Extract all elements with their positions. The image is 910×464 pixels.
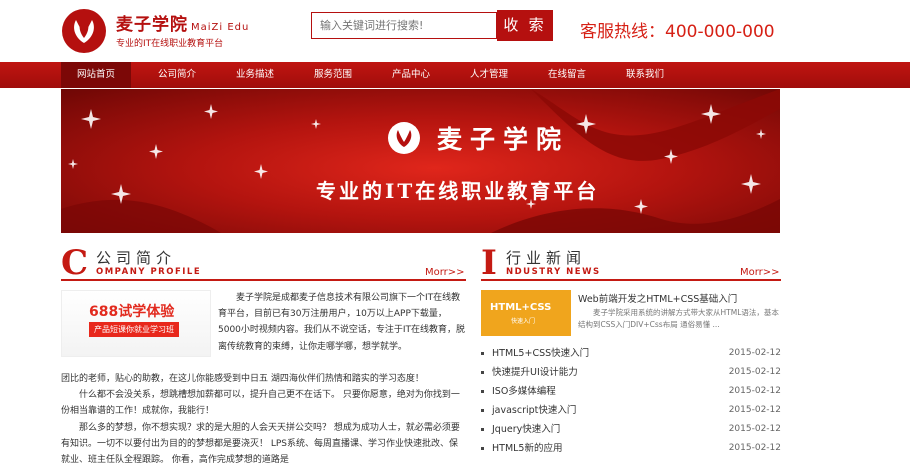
news-more-link[interactable]: Morr>> [740,267,780,278]
banner-subtitle: 专业的IT在线职业教育平台 [316,179,600,203]
news-list-item[interactable]: Jquery快速入门 2015-02-12 [481,420,781,439]
news-section-subtitle: NDUSTRY NEWS [506,267,601,277]
news-featured-image[interactable]: HTML+CSS 快速入门 [481,290,571,336]
about-promo-tag: 产品短课你就业学习班 [89,322,179,337]
banner-decoration [61,89,780,233]
news-item-title[interactable]: ISO多媒体编程 [492,382,556,401]
brand-name-en: MaiZi Edu [191,22,250,33]
nav-item-services[interactable]: 服务范围 [298,62,368,88]
news-item-date: 2015-02-12 [728,348,781,358]
news-item-title[interactable]: 快速提升UI设计能力 [492,363,578,382]
bullet-icon [481,390,484,393]
news-item-date: 2015-02-12 [728,443,781,453]
news-featured-desc: 麦子学院采用系统的讲解方式带大家从HTML语法，基本结构到CSS入门DIV+Cs… [578,308,779,329]
news-list-item[interactable]: HTML5+CSS快速入门 2015-02-12 [481,344,781,363]
about-promo-image[interactable]: 688试学体验 产品短课你就业学习班 [61,290,211,357]
about-section-subtitle: OMPANY PROFILE [96,267,202,277]
news-item-date: 2015-02-12 [728,386,781,396]
bullet-icon [481,409,484,412]
nav-item-home[interactable]: 网站首页 [61,62,131,88]
nav-item-products[interactable]: 产品中心 [376,62,446,88]
about-body-text: 团比的老师，贴心的助教，在这儿你能感受到中日五 湖四海伙伴们热情和踏实的学习态度… [61,371,466,464]
brand-slogan: 专业的IT在线职业教育平台 [116,39,224,49]
brand-name: 麦子学院 MaiZi Edu [116,15,250,35]
news-list-item[interactable]: ISO多媒体编程 2015-02-12 [481,382,781,401]
about-promo-title: 688试学体验 [89,304,175,320]
news-list-item[interactable]: 快速提升UI设计能力 2015-02-12 [481,363,781,382]
search-button[interactable]: 收 索 [497,10,553,41]
banner-title: 麦子学院 [437,125,570,154]
about-paragraph-3: 那么多的梦想，你不想实现？求的是大胆的人会天天拼公交吗？ 想成为成功人士，就必需… [61,422,460,464]
about-more-link[interactable]: Morr>> [425,267,465,278]
site-header: 麦子学院MaiZi Edu 专业的IT在线职业教育平台 收 索 客服热线：400… [0,0,910,60]
news-section-letter: I [481,243,497,283]
news-list-item[interactable]: javascript快速入门 2015-02-12 [481,401,781,420]
bullet-icon [481,371,484,374]
news-section-divider [481,279,781,281]
about-intro-text: 麦子学院是成都麦子信息技术有限公司旗下一个IT在线教育平台，目前已有30万注册用… [218,293,466,352]
nav-item-contact[interactable]: 联系我们 [610,62,680,88]
news-item-date: 2015-02-12 [728,424,781,434]
nav-item-about[interactable]: 公司简介 [142,62,212,88]
about-paragraph-2: 什么都不会没关系，想跳槽想加薪都可以，提升自己更不在话下。 只要你愿意，绝对为你… [61,390,460,417]
news-featured-image-label: HTML+CSS [490,302,552,313]
nav-item-message[interactable]: 在线留言 [532,62,602,88]
news-featured-title[interactable]: Web前端开发之HTML+CSS基础入门 [578,291,737,305]
nav-item-business[interactable]: 业务描述 [220,62,290,88]
main-nav: 网站首页 公司简介 业务描述 服务范围 产品中心 人才管理 在线留言 联系我们 [0,62,910,88]
banner-logo-icon [388,122,420,154]
news-item-title[interactable]: HTML5+CSS快速入门 [492,344,589,363]
about-section-letter: C [61,243,89,283]
bullet-icon [481,447,484,450]
search-input[interactable] [311,12,497,39]
about-section-divider [61,279,466,281]
bullet-icon [481,352,484,355]
nav-item-talent[interactable]: 人才管理 [454,62,524,88]
news-item-title[interactable]: HTML5新的应用 [492,439,562,458]
news-featured-image-sub: 快速入门 [511,318,536,325]
news-item-date: 2015-02-12 [728,405,781,415]
news-item-title[interactable]: Jquery快速入门 [492,420,560,439]
bullet-icon [481,428,484,431]
news-item-title[interactable]: javascript快速入门 [492,401,576,420]
news-list: HTML5+CSS快速入门 2015-02-12 快速提升UI设计能力 2015-0… [481,344,781,458]
about-section-title: 公司简介 [96,249,177,267]
hero-banner[interactable]: 麦子学院 专业的IT在线职业教育平台 [61,89,780,233]
about-intro-tail: 团比的老师，贴心的助教，在这儿你能感受到中日五 湖四海伙伴们热情和踏实的学习态度… [61,374,424,384]
logo-icon[interactable] [62,9,106,53]
news-list-item[interactable]: HTML5新的应用 2015-02-12 [481,439,781,458]
news-section-title: 行业新闻 [506,249,587,267]
news-item-date: 2015-02-12 [728,367,781,377]
hotline-text: 客服热线：400-000-000 [580,22,775,42]
